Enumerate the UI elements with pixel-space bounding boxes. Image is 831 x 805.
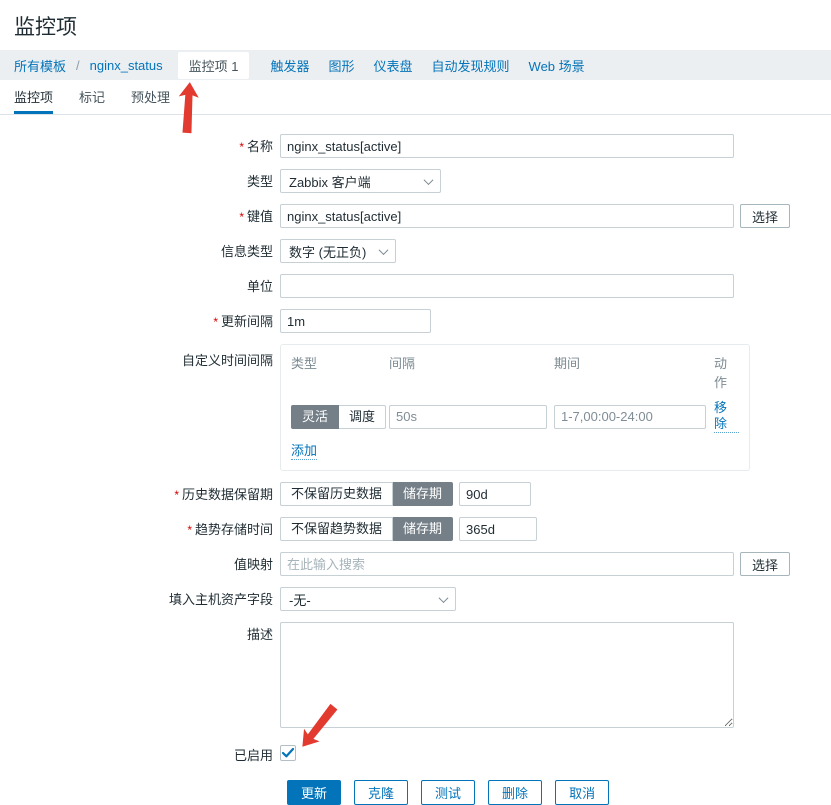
scheduling-toggle[interactable]: 调度 (339, 404, 387, 429)
breadcrumb-separator: / (76, 57, 80, 73)
nav-item-triggers[interactable]: 触发器 (270, 56, 309, 75)
inventory-select[interactable]: -无- (280, 587, 456, 611)
history-period-input[interactable] (459, 482, 532, 506)
required-marker: * (174, 488, 179, 502)
nav-item-web-scenarios[interactable]: Web 场景 (529, 56, 585, 75)
trends-label: 趋势存储时间 (194, 522, 273, 537)
chevron-down-icon (378, 244, 389, 255)
required-marker: * (239, 140, 244, 154)
row-enabled: 已启用 (14, 742, 817, 763)
trends-off-toggle[interactable]: 不保留趋势数据 (280, 517, 394, 541)
row-description: 描述 (14, 622, 817, 728)
custom-intervals-label: 自定义时间间隔 (181, 353, 273, 368)
chevron-down-icon (438, 592, 449, 603)
nav-item-graphs[interactable]: 图形 (329, 56, 355, 75)
row-key: *键值 选择 (14, 204, 817, 228)
units-input[interactable] (280, 274, 734, 298)
value-map-input[interactable] (280, 552, 734, 576)
tab-preprocessing[interactable]: 预处理 (131, 80, 170, 114)
page-title: 监控项 (14, 16, 77, 39)
tab-tags[interactable]: 标记 (79, 80, 105, 114)
form-footer: 更新 克隆 测试 删除 取消 (287, 780, 817, 805)
info-type-select-value: 数字 (无正负) (289, 244, 367, 260)
type-select-value: Zabbix 客户端 (289, 174, 371, 190)
type-label: 类型 (246, 174, 273, 189)
history-off-toggle[interactable]: 不保留历史数据 (280, 482, 394, 506)
ci-period-input[interactable] (554, 404, 706, 429)
flexible-toggle[interactable]: 灵活 (291, 404, 340, 429)
test-button[interactable]: 测试 (421, 780, 476, 805)
ci-header-period: 期间 (554, 356, 581, 371)
ci-header-type: 类型 (291, 356, 318, 371)
breadcrumb-all-templates[interactable]: 所有模板 (14, 56, 66, 75)
breadcrumb-template-name[interactable]: nginx_status (90, 58, 163, 73)
row-value-map: 值映射 选择 (14, 552, 817, 576)
update-button[interactable]: 更新 (287, 780, 342, 805)
nav-item-items[interactable]: 监控项 1 (177, 51, 250, 79)
name-label: 名称 (246, 139, 273, 154)
cancel-button[interactable]: 取消 (555, 780, 610, 805)
required-marker: * (213, 315, 218, 329)
ci-header-interval: 间隔 (389, 356, 416, 371)
update-interval-input[interactable] (280, 309, 431, 333)
enabled-checkbox[interactable] (280, 745, 296, 761)
checkmark-icon (282, 748, 294, 758)
key-select-button[interactable]: 选择 (740, 204, 791, 228)
delete-button[interactable]: 删除 (488, 780, 543, 805)
trends-period-input[interactable] (459, 517, 538, 541)
chevron-down-icon (423, 174, 434, 185)
ci-add-link[interactable]: 添加 (291, 443, 318, 460)
custom-interval-row: 灵活 调度 移除 (291, 400, 739, 433)
interval-type-toggle: 灵活 调度 (291, 404, 389, 429)
form-tabs: 监控项 标记 预处理 (0, 80, 831, 115)
key-label: 键值 (246, 209, 273, 224)
ci-interval-input[interactable] (389, 404, 547, 429)
history-label: 历史数据保留期 (181, 487, 273, 502)
custom-intervals-table: 类型 间隔 期间 动作 灵活 调度 移除 添加 (280, 344, 750, 471)
enabled-label: 已启用 (233, 748, 273, 763)
nav-item-dashboards[interactable]: 仪表盘 (374, 56, 413, 75)
tab-item[interactable]: 监控项 (14, 80, 54, 114)
required-marker: * (239, 210, 244, 224)
history-storage-toggle[interactable]: 储存期 (393, 482, 454, 506)
type-select[interactable]: Zabbix 客户端 (280, 169, 441, 193)
info-type-select[interactable]: 数字 (无正负) (280, 239, 396, 263)
inventory-select-value: -无- (289, 592, 311, 608)
update-interval-label: 更新间隔 (220, 314, 273, 329)
row-inventory: 填入主机资产字段 -无- (14, 587, 817, 611)
row-history: * 历史数据保留期 不保留历史数据 储存期 (14, 482, 817, 506)
history-toggle: 不保留历史数据 储存期 (280, 482, 454, 506)
row-type: 类型 Zabbix 客户端 (14, 169, 817, 193)
row-custom-intervals: 自定义时间间隔 类型 间隔 期间 动作 灵活 调度 移除 添加 (14, 344, 817, 471)
row-units: 单位 (14, 274, 817, 298)
required-marker: * (187, 523, 192, 537)
trends-toggle: 不保留趋势数据 储存期 (280, 517, 454, 541)
breadcrumb-navbar: 所有模板 / nginx_status 监控项 1 触发器 图形 仪表盘 自动发… (0, 50, 831, 80)
trends-storage-toggle[interactable]: 储存期 (393, 517, 454, 541)
clone-button[interactable]: 克隆 (354, 780, 409, 805)
value-map-select-button[interactable]: 选择 (740, 552, 791, 576)
name-input[interactable] (280, 134, 734, 158)
ci-remove-link[interactable]: 移除 (714, 400, 739, 433)
inventory-label: 填入主机资产字段 (168, 592, 273, 607)
info-type-label: 信息类型 (220, 244, 273, 259)
description-label: 描述 (246, 627, 273, 642)
description-textarea[interactable] (280, 622, 734, 728)
row-trends: * 趋势存储时间 不保留趋势数据 储存期 (14, 517, 817, 541)
item-form: *名称 类型 Zabbix 客户端 *键值 选择 信息类型 数字 (无正负) 单… (0, 115, 831, 805)
row-name: * 名称 (14, 134, 817, 158)
ci-header-action: 动作 (714, 356, 728, 390)
nav-item-discovery-rules[interactable]: 自动发现规则 (432, 56, 510, 75)
row-info-type: 信息类型 数字 (无正负) (14, 239, 817, 263)
value-map-label: 值映射 (233, 557, 273, 572)
key-input[interactable] (280, 204, 734, 228)
units-label: 单位 (246, 279, 273, 294)
row-update-interval: * 更新间隔 (14, 309, 817, 333)
